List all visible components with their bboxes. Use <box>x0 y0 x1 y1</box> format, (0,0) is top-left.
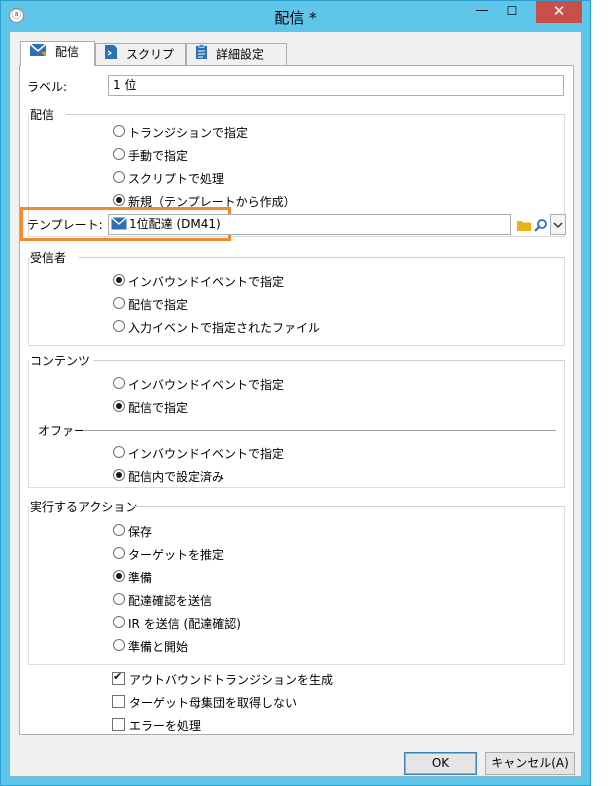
radio-button[interactable] <box>113 593 125 605</box>
radio-label: スクリプトで処理 <box>128 172 225 186</box>
cancel-button[interactable]: キャンセル(A) <box>485 752 575 775</box>
delivery-tab-panel: ラベル: 1 位 配信 トランジションで指定 手動で指定 スクリプトで処理 新規… <box>19 65 574 735</box>
checkbox[interactable] <box>112 695 125 708</box>
radio-label: 手動で指定 <box>128 149 189 163</box>
radio-button[interactable] <box>113 639 125 651</box>
checkbox-label: ターゲット母集団を取得しない <box>129 696 298 710</box>
template-label: テンプレート: <box>27 218 103 232</box>
dialog-body: 配信 スクリプト 詳細設定 ラベル: 1 位 配信 トランジ <box>9 31 582 777</box>
close-icon[interactable]: ✕ <box>536 1 582 23</box>
folder-icon[interactable] <box>515 214 533 235</box>
ok-button[interactable]: OK <box>404 752 477 775</box>
template-value: 1位配達 (DM41) <box>129 217 221 231</box>
offer-divider <box>83 430 556 431</box>
chevron-down-icon[interactable] <box>550 214 566 235</box>
offer-title: オファー <box>38 424 87 438</box>
radio-label: 入力イベントで指定されたファイル <box>128 321 321 335</box>
radio-button[interactable] <box>113 446 125 458</box>
radio-button-selected[interactable] <box>113 194 125 206</box>
radio-button[interactable] <box>113 148 125 160</box>
checkbox-label: エラーを処理 <box>129 719 202 733</box>
radio-label: ターゲットを推定 <box>128 548 225 562</box>
dialog-window: ⓐ 配信 * — ☐ ✕ 配信 スクリプト 詳細設定 <box>0 0 591 786</box>
radio-button[interactable] <box>113 377 125 389</box>
radio-label: 配信内で設定済み <box>128 470 225 484</box>
radio-button-selected[interactable] <box>113 400 125 412</box>
radio-button[interactable] <box>113 171 125 183</box>
radio-button[interactable] <box>113 524 125 536</box>
radio-label: インバウンドイベントで指定 <box>128 275 285 289</box>
tab-delivery-label: 配信 <box>55 45 80 59</box>
search-icon[interactable] <box>532 214 550 235</box>
checkbox[interactable] <box>112 718 125 731</box>
label-input[interactable]: 1 位 <box>108 75 564 96</box>
radio-label: 保存 <box>128 525 153 539</box>
maximize-icon[interactable]: ☐ <box>498 1 526 23</box>
tab-advanced-label: 詳細設定 <box>216 47 265 62</box>
radio-button-selected[interactable] <box>113 469 125 481</box>
radio-label: 配信で指定 <box>128 401 189 415</box>
radio-button[interactable] <box>113 547 125 559</box>
envelope-icon <box>111 216 127 236</box>
clipboard-icon <box>195 44 208 66</box>
radio-label: インバウンドイベントで指定 <box>128 447 285 461</box>
radio-button-selected[interactable] <box>113 570 125 582</box>
radio-label: インバウンドイベントで指定 <box>128 378 285 392</box>
checkbox-label: アウトバウンドトランジションを生成 <box>129 673 334 687</box>
radio-label: トランジションで指定 <box>128 126 249 140</box>
tab-advanced[interactable]: 詳細設定 <box>186 43 287 65</box>
radio-label: 配達確認を送信 <box>128 594 213 608</box>
radio-label: 配信で指定 <box>128 298 189 312</box>
tab-script[interactable]: スクリプト <box>95 43 186 83</box>
tab-delivery[interactable]: 配信 <box>20 41 95 66</box>
script-icon <box>104 44 118 66</box>
template-input[interactable]: 1位配達 (DM41) <box>108 214 511 235</box>
radio-label: 準備と開始 <box>128 640 189 654</box>
content-group-box <box>28 360 565 488</box>
radio-button[interactable] <box>113 616 125 628</box>
radio-button-selected[interactable] <box>113 274 125 286</box>
radio-button[interactable] <box>113 320 125 332</box>
template-buttons <box>515 214 567 235</box>
envelope-icon <box>29 42 47 63</box>
radio-button[interactable] <box>113 297 125 309</box>
title-bar[interactable]: ⓐ 配信 * — ☐ ✕ <box>1 1 590 31</box>
label-field-label: ラベル: <box>27 80 68 94</box>
action-group-box <box>28 506 565 665</box>
radio-label: 準備 <box>128 571 153 585</box>
radio-label: IR を送信 (配達確認) <box>128 617 241 631</box>
checkbox-checked[interactable] <box>112 670 125 685</box>
radio-button[interactable] <box>113 125 125 137</box>
minimize-icon[interactable]: — <box>468 1 496 23</box>
